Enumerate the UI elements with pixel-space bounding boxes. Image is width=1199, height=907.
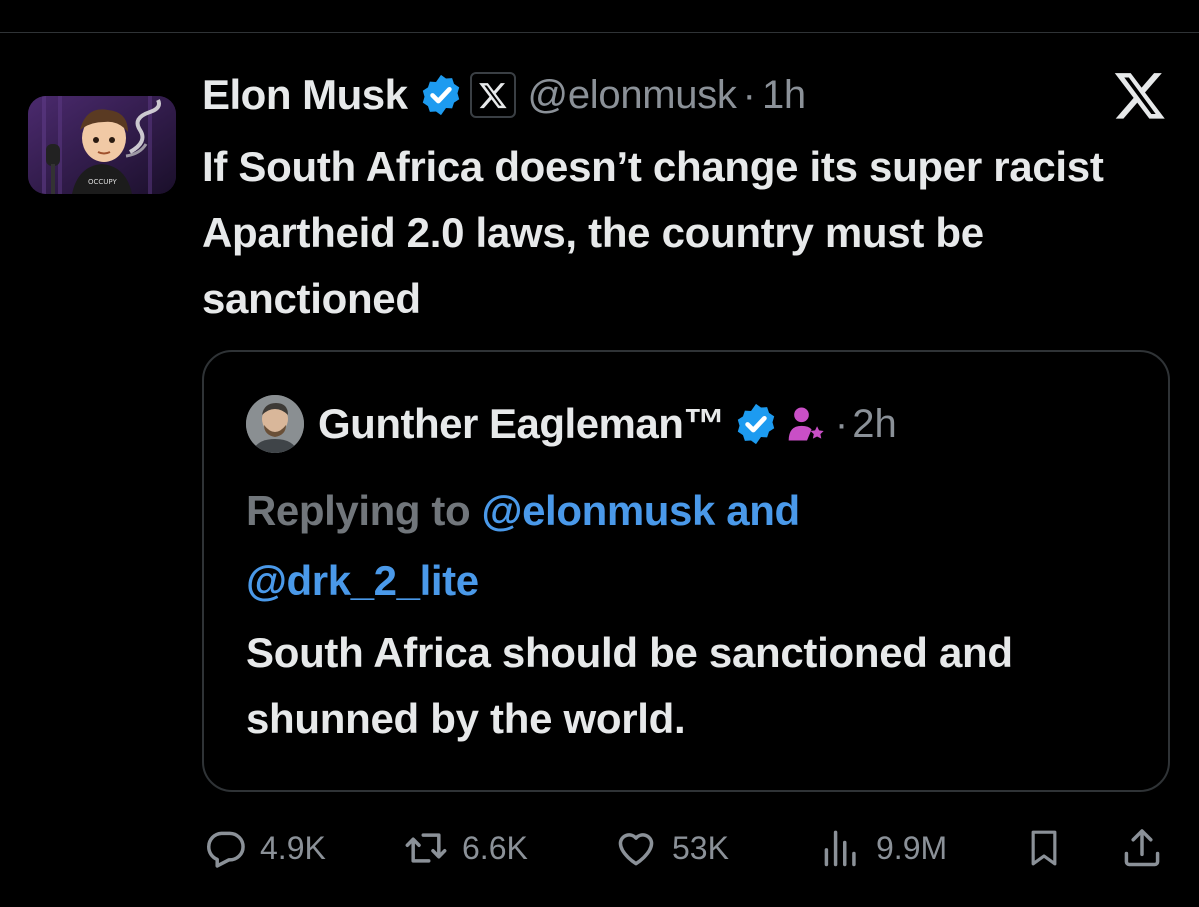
replying-to: Replying to @elonmusk and @drk_2_lite	[246, 476, 1146, 616]
post-text: If South Africa doesn’t change its super…	[202, 143, 1104, 322]
action-bar: 4.9K 6.6K 53K 9.9M	[0, 818, 1199, 878]
verified-badge-icon[interactable]	[733, 401, 779, 447]
bookmark-button[interactable]	[1024, 818, 1064, 878]
verified-badge-icon[interactable]	[418, 72, 464, 118]
like-button[interactable]: 53K	[612, 818, 729, 878]
mention-drk-2-lite[interactable]: @drk_2_lite	[246, 557, 479, 604]
mention-elonmusk[interactable]: @elonmusk	[482, 487, 716, 534]
subscriber-person-icon	[785, 401, 829, 447]
post-time[interactable]: 1h	[762, 73, 806, 118]
repost-count: 6.6K	[462, 829, 528, 866]
svg-text:OCCUPY: OCCUPY	[88, 178, 117, 186]
x-affiliation-icon[interactable]	[469, 72, 516, 118]
reply-button[interactable]: 4.9K	[204, 818, 326, 878]
quoted-post-header: Gunther Eagleman™ · 2h	[246, 394, 897, 454]
author-handle[interactable]: @elonmusk	[528, 73, 737, 118]
share-icon	[1124, 829, 1160, 867]
replying-prefix: Replying to	[246, 487, 482, 534]
quoted-author-avatar[interactable]	[246, 395, 304, 453]
quoted-post-time[interactable]: 2h	[852, 402, 897, 447]
views-button[interactable]: 9.9M	[820, 818, 947, 878]
top-divider	[0, 32, 1199, 33]
quoted-post[interactable]: Gunther Eagleman™ · 2h Replying to @elon…	[202, 350, 1170, 792]
repost-icon	[405, 833, 447, 863]
like-count: 53K	[672, 829, 729, 866]
reply-icon	[207, 831, 245, 868]
like-icon	[618, 833, 654, 866]
post-header: Elon Musk @elonmusk · 1h	[202, 68, 806, 122]
bookmark-icon	[1031, 830, 1057, 866]
repost-button[interactable]: 6.6K	[402, 818, 528, 878]
quoted-author-name[interactable]: Gunther Eagleman™	[318, 400, 725, 448]
replying-conjunction: and	[726, 487, 800, 534]
x-logo-icon	[1112, 72, 1168, 122]
quoted-header-separator: ·	[834, 401, 849, 446]
view-count: 9.9M	[876, 829, 948, 866]
author-name[interactable]: Elon Musk	[202, 71, 408, 119]
views-icon	[824, 830, 856, 867]
author-avatar[interactable]: OCCUPY	[28, 96, 176, 194]
reply-count: 4.9K	[260, 829, 326, 866]
quoted-post-text: South Africa should be sanctioned and sh…	[246, 629, 1013, 742]
share-button[interactable]	[1120, 818, 1164, 878]
header-separator: ·	[742, 72, 756, 117]
